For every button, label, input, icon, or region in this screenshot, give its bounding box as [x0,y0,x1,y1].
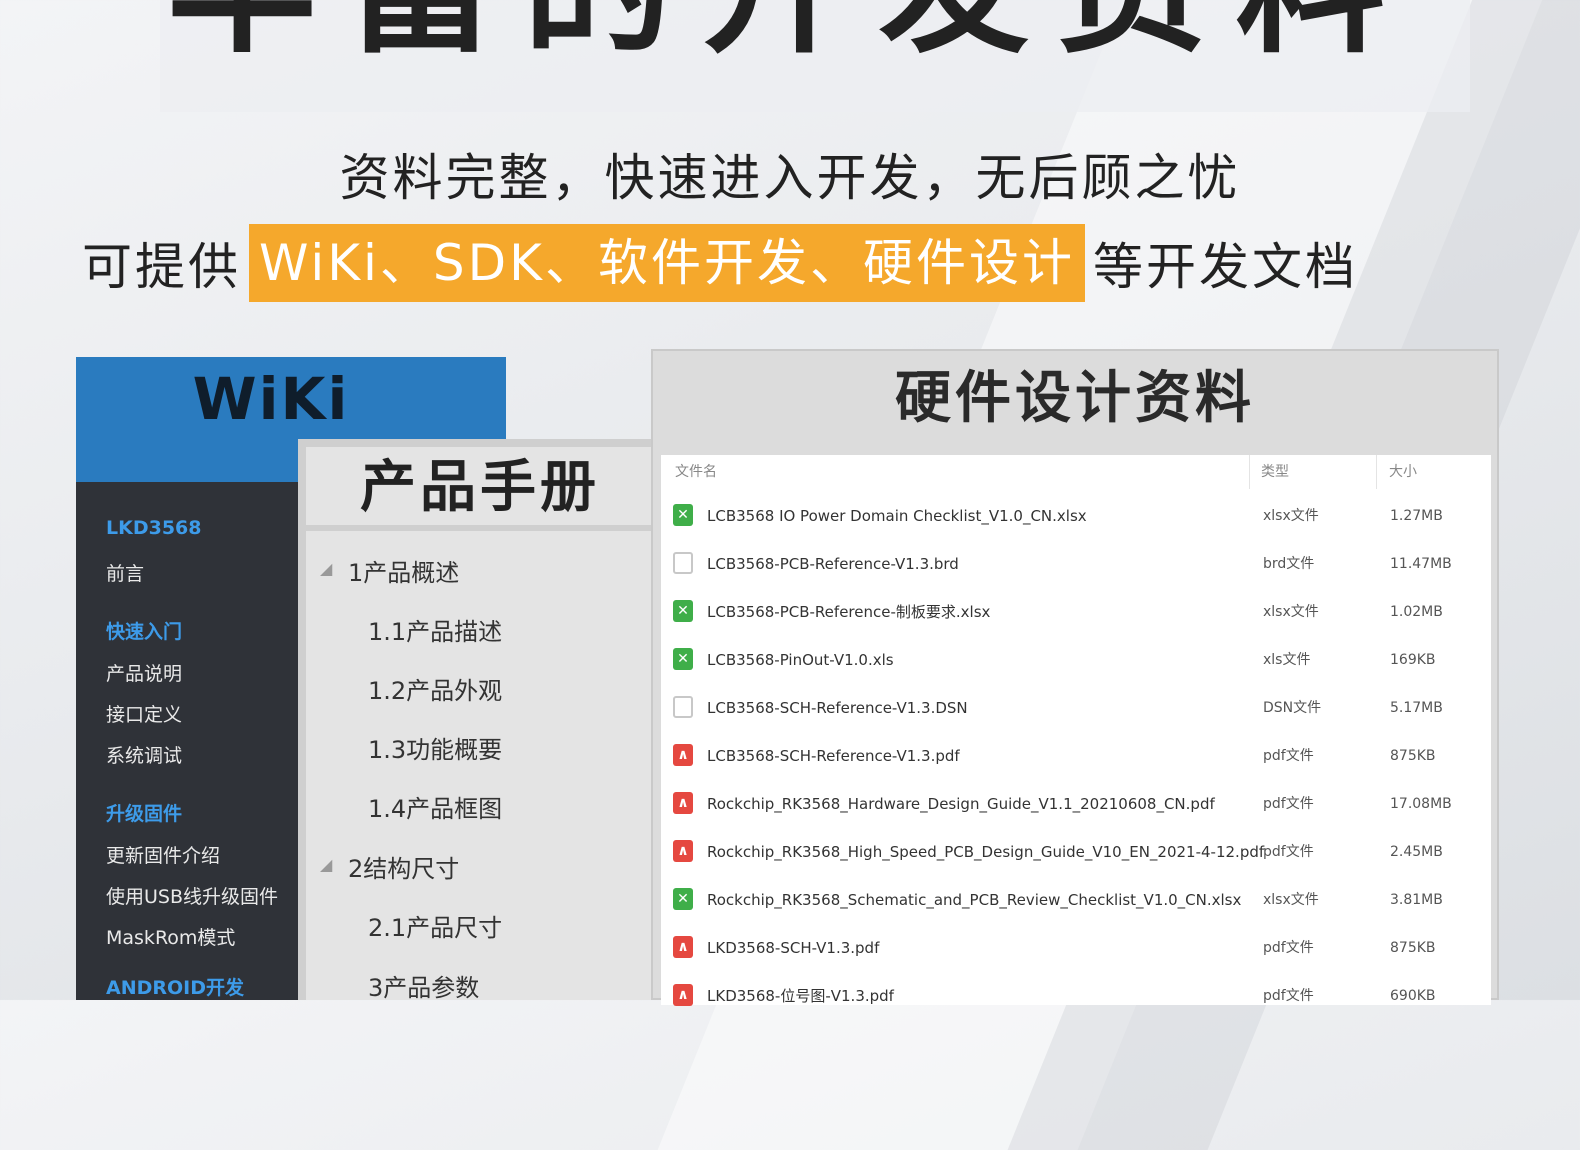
blank-file-icon [673,552,693,574]
page-subtitle: 资料完整，快速进入开发，无后顾之忧 [339,149,1241,207]
file-name: Rockchip_RK3568_Hardware_Design_Guide_V1… [707,795,1215,813]
file-row[interactable]: ✕ LCB3568 IO Power Domain Checklist_V1.0_… [661,492,1491,540]
file-row[interactable]: ✕ LCB3568-PinOut-V1.0.xls xls文件 169KB [661,636,1491,684]
file-size: 875KB [1390,940,1436,956]
xlsx-file-icon: ✕ [673,504,693,526]
toc-item[interactable]: 2.1产品尺寸 [368,908,502,943]
file-type: pdf文件 [1263,844,1314,860]
file-row[interactable]: ✕ LCB3568-PCB-Reference-制板要求.xlsx xlsx文件 1.… [661,588,1491,636]
file-row[interactable]: ∧ Rockchip_RK3568_Hardware_Design_Guide_V… [661,780,1491,828]
sidebar-item[interactable]: 使用USB线升级固件 [106,882,278,909]
file-row[interactable]: ✕ Rockchip_RK3568_Schematic_and_PCB_Revie… [661,876,1491,924]
toc-item[interactable]: 1.3功能概要 [368,730,502,765]
feature-highlight: WiKi、SDK、软件开发、硬件设计 [249,224,1085,302]
toc-item[interactable]: 1.1产品描述 [368,612,502,647]
xlsx-file-icon: ✕ [673,888,693,910]
file-name: LCB3568 IO Power Domain Checklist_V1.0_C… [707,507,1087,525]
manual-title: 产品手册 [306,447,654,531]
page-title: 丰富的开发资料 [0,0,1580,62]
hardware-title: 硬件设计资料 [895,366,1255,431]
file-size: 5.17MB [1390,700,1443,716]
file-name: Rockchip_RK3568_High_Speed_PCB_Design_Gu… [707,843,1265,861]
sidebar-item[interactable]: 更新固件介绍 [106,841,220,868]
sidebar-item[interactable]: 升级固件 [106,799,182,826]
file-row[interactable]: ∧ Rockchip_RK3568_High_Speed_PCB_Design_G… [661,828,1491,876]
manual-panel: 产品手册 ◢ 1产品概述 1.1产品描述 1.2产品外观 1.3功能概要 1.4产品框图 ◢… [298,439,654,1003]
toc-item[interactable]: 1.2产品外观 [368,671,502,706]
xlsx-file-icon: ✕ [673,600,693,622]
sidebar-item[interactable]: LKD3568 [106,517,201,539]
file-type: pdf文件 [1263,748,1314,764]
file-name: LCB3568-SCH-Reference-V1.3.pdf [707,747,960,765]
blank-file-icon [673,696,693,718]
file-size: 2.45MB [1390,844,1443,860]
file-size: 11.47MB [1390,556,1452,572]
file-name: LKD3568-位号图-V1.3.pdf [707,987,894,1005]
toc-item[interactable]: 3产品参数 [368,968,479,1003]
pdf-file-icon: ∧ [673,936,693,958]
file-size: 875KB [1390,748,1436,764]
file-type: DSN文件 [1263,700,1322,716]
file-type: xlsx文件 [1263,508,1319,524]
column-header-name[interactable]: 文件名 [675,455,717,489]
file-type: pdf文件 [1263,796,1314,812]
feature-prefix: 可提供 [82,238,241,296]
pdf-file-icon: ∧ [673,984,693,1006]
pdf-file-icon: ∧ [673,792,693,814]
file-type: xlsx文件 [1263,892,1319,908]
file-row[interactable]: ∧ LKD3568-SCH-V1.3.pdf pdf文件 875KB [661,924,1491,972]
file-row[interactable]: LCB3568-SCH-Reference-V1.3.DSN DSN文件 5.17M… [661,684,1491,732]
feature-suffix: 等开发文档 [1092,238,1358,296]
file-type: pdf文件 [1263,988,1314,1004]
sidebar-item[interactable]: MaskRom模式 [106,923,235,950]
column-header-type[interactable]: 类型 [1261,455,1289,489]
column-divider[interactable] [1376,455,1377,489]
sidebar-item[interactable]: 系统调试 [106,741,182,768]
toc-item[interactable]: 2结构尺寸 [348,849,459,884]
file-name: LKD3568-SCH-V1.3.pdf [707,939,880,957]
file-size: 3.81MB [1390,892,1443,908]
column-header-size[interactable]: 大小 [1389,455,1417,489]
expand-arrow-icon[interactable]: ◢ [320,559,332,578]
file-size: 169KB [1390,652,1436,668]
file-row[interactable]: ∧ LKD3568-位号图-V1.3.pdf pdf文件 690KB [661,972,1491,1020]
column-divider[interactable] [1249,455,1250,489]
file-type: brd文件 [1263,556,1315,572]
file-name: LCB3568-SCH-Reference-V1.3.DSN [707,699,968,717]
file-name: LCB3568-PCB-Reference-V1.3.brd [707,555,959,573]
expand-arrow-icon[interactable]: ◢ [320,855,332,874]
file-size: 1.27MB [1390,508,1443,524]
sidebar-item[interactable]: 前言 [106,559,144,586]
toc-item[interactable]: 1产品概述 [348,553,459,588]
sidebar-item[interactable]: 接口定义 [106,700,182,727]
sidebar-item[interactable]: 产品说明 [106,659,182,686]
file-type: pdf文件 [1263,940,1314,956]
file-table: 文件名 类型 大小 ✕ LCB3568 IO Power Domain Check… [661,455,1491,1006]
file-name: LCB3568-PCB-Reference-制板要求.xlsx [707,603,991,621]
xlsx-file-icon: ✕ [673,648,693,670]
pdf-file-icon: ∧ [673,840,693,862]
file-size: 17.08MB [1390,796,1452,812]
file-type: xlsx文件 [1263,604,1319,620]
pdf-file-icon: ∧ [673,744,693,766]
file-row[interactable]: LCB3568-PCB-Reference-V1.3.brd brd文件 11.47… [661,540,1491,588]
file-row[interactable]: ∧ LCB3568-SCH-Reference-V1.3.pdf pdf文件 875K… [661,732,1491,780]
hardware-panel: 硬件设计资料 文件名 类型 大小 ✕ LCB3568 IO Power Domai… [651,349,1499,1006]
sidebar-item[interactable]: ANDROID开发 [106,973,244,1000]
file-name: LCB3568-PinOut-V1.0.xls [707,651,894,669]
wiki-title: WiKi [192,365,350,433]
file-name: Rockchip_RK3568_Schematic_and_PCB_Review… [707,891,1242,909]
file-type: xls文件 [1263,652,1311,668]
file-size: 1.02MB [1390,604,1443,620]
toc-item[interactable]: 1.4产品框图 [368,789,502,824]
sidebar-item[interactable]: 快速入门 [106,617,182,644]
feature-line: 可提供 WiKi、SDK、软件开发、硬件设计 等开发文档 [82,224,1358,302]
file-size: 690KB [1390,988,1436,1004]
